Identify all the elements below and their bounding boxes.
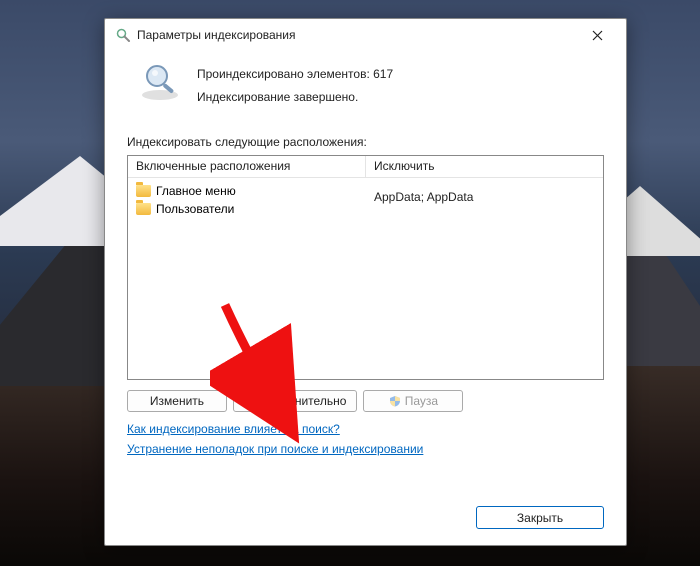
magnifier-icon [137,61,183,101]
column-included-header[interactable]: Включенные расположения [128,156,366,177]
progress-status-label: Индексирование завершено. [197,86,393,109]
exclude-value: AppData; AppData [366,186,603,204]
titlebar: Параметры индексирования [105,19,626,51]
folder-icon [136,203,151,215]
list-item[interactable]: Главное меню [128,182,366,200]
close-button[interactable]: Закрыть [476,506,604,529]
window-title: Параметры индексирования [137,28,576,42]
search-icon [115,27,131,43]
advanced-button[interactable]: Дополнительно [233,390,357,412]
help-link-troubleshoot[interactable]: Устранение неполадок при поиске и индекс… [127,442,423,456]
pause-button: Пауза [363,390,463,412]
shield-icon [244,395,256,407]
help-link-indexing-search[interactable]: Как индексирование влияет на поиск? [127,422,340,436]
indexing-options-dialog: Параметры индексирования Проиндексирован… [104,18,627,546]
location-name: Пользователи [156,202,234,216]
shield-icon [389,395,401,407]
indexed-count-label: Проиндексировано элементов: 617 [197,63,393,86]
location-name: Главное меню [156,184,236,198]
locations-section-label: Индексировать следующие расположения: [127,135,604,149]
window-close-button[interactable] [576,21,618,49]
modify-button[interactable]: Изменить [127,390,227,412]
list-item[interactable]: Пользователи [128,200,366,218]
column-excluded-header[interactable]: Исключить [366,156,603,177]
locations-list: Включенные расположения Исключить Главно… [127,155,604,380]
folder-icon [136,185,151,197]
